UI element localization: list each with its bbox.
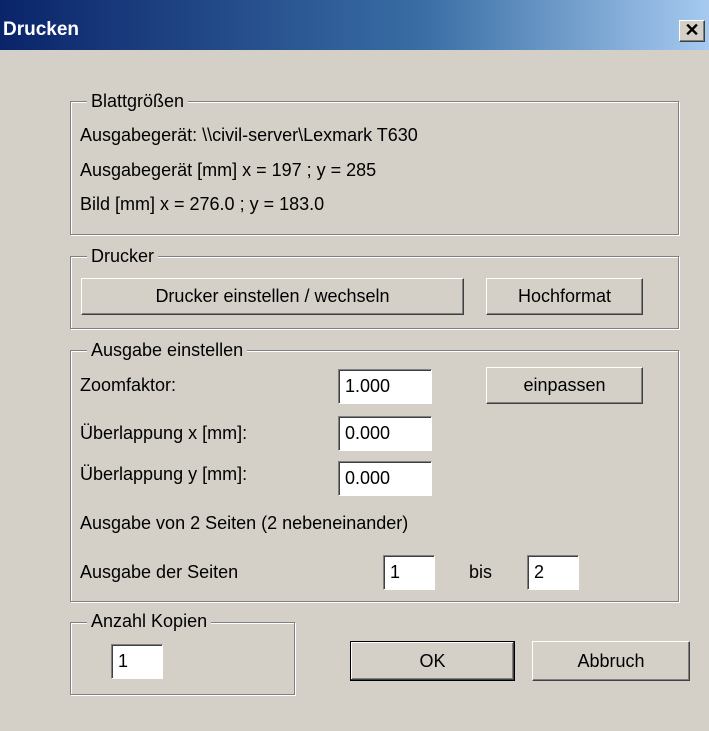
page-from-input[interactable]	[383, 555, 435, 590]
kopien-legend: Anzahl Kopien	[87, 611, 212, 631]
overlap-x-label: Überlappung x [mm]:	[80, 423, 248, 443]
ok-button[interactable]: OK	[350, 641, 515, 681]
overlap-y-input[interactable]	[338, 461, 432, 496]
image-size-label: Bild [mm] x = 276.0 ; y = 183.0	[80, 194, 325, 214]
pages-info-label: Ausgabe von 2 Seiten (2 nebeneinander)	[80, 513, 409, 533]
drucker-legend: Drucker	[87, 246, 159, 266]
close-icon: ✕	[684, 20, 700, 40]
close-button[interactable]: ✕	[679, 20, 705, 42]
output-device-size-label: Ausgabegerät [mm] x = 197 ; y = 285	[80, 160, 377, 180]
to-label: bis	[469, 562, 493, 582]
window-title: Drucken	[3, 19, 80, 40]
output-device-label: Ausgabegerät: \\civil-server\Lexmark T63…	[80, 125, 418, 145]
blattgroessen-legend: Blattgrößen	[87, 91, 189, 111]
copies-input[interactable]	[111, 644, 163, 679]
title-bar[interactable]: Drucken ✕	[0, 0, 709, 50]
fit-button[interactable]: einpassen	[486, 367, 643, 404]
printer-setup-button[interactable]: Drucker einstellen / wechseln	[81, 278, 464, 315]
orientation-button[interactable]: Hochformat	[486, 278, 643, 315]
ausgabe-legend: Ausgabe einstellen	[87, 340, 248, 360]
cancel-button[interactable]: Abbruch	[532, 641, 690, 681]
zoom-input[interactable]	[338, 369, 432, 404]
overlap-x-input[interactable]	[338, 416, 432, 451]
overlap-y-label: Überlappung y [mm]:	[80, 464, 248, 484]
zoom-label: Zoomfaktor:	[80, 375, 177, 395]
kopien-group	[70, 622, 295, 695]
page-to-input[interactable]	[527, 555, 579, 590]
pages-range-label: Ausgabe der Seiten	[80, 562, 239, 582]
